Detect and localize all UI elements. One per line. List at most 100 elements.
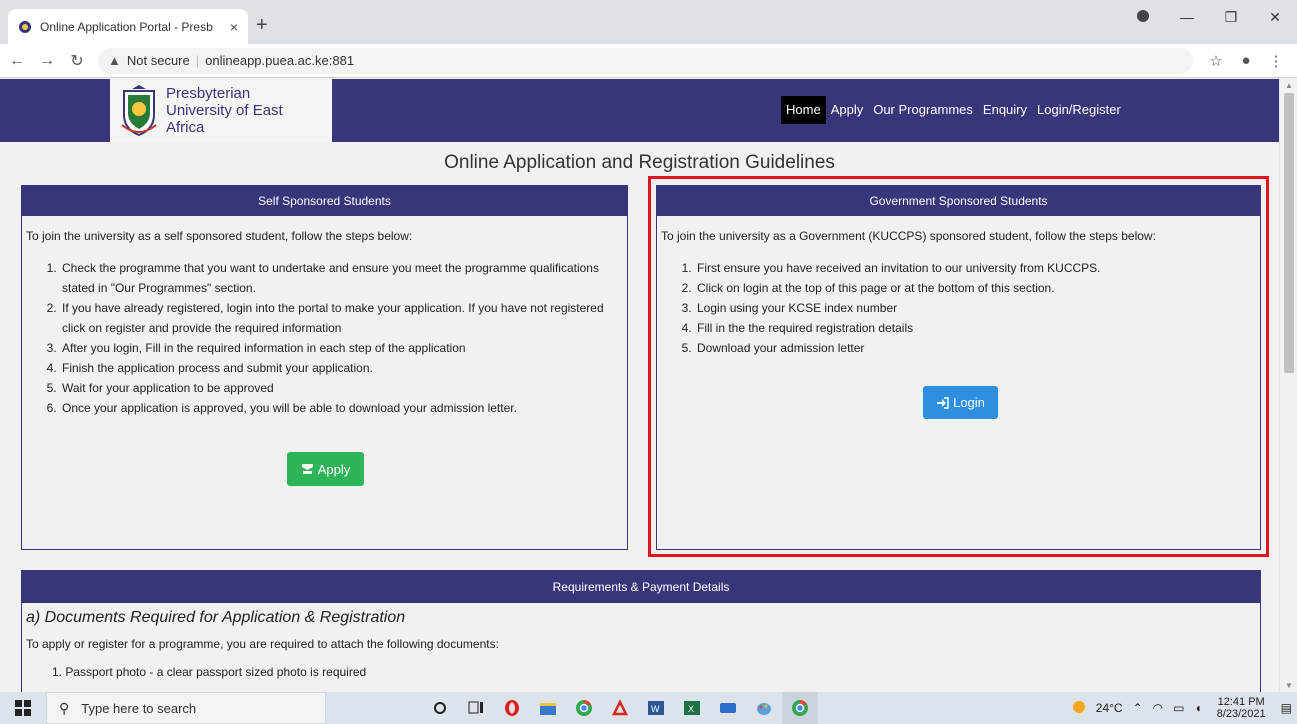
- government-sponsored-body: To join the university as a Government (…: [657, 216, 1260, 368]
- self-sponsored-intro: To join the university as a self sponsor…: [26, 229, 413, 243]
- web-page: Presbyterian University of East Africa H…: [0, 79, 1279, 692]
- chrome-icon[interactable]: [566, 692, 602, 724]
- tray-chevron-icon[interactable]: ⌃: [1133, 701, 1143, 715]
- page-title: Online Application and Registration Guid…: [444, 152, 835, 173]
- address-bar-row: ← → ↻ ▲ Not secure | onlineapp.puea.ac.k…: [0, 44, 1297, 78]
- list-item: Login using your KCSE index number: [695, 298, 1256, 318]
- excel-icon[interactable]: X: [674, 692, 710, 724]
- browser-tab[interactable]: Online Application Portal - Presb ×: [8, 9, 248, 44]
- scroll-down-icon[interactable]: ▼: [1285, 681, 1293, 690]
- site-navbar: Presbyterian University of East Africa H…: [0, 79, 1279, 142]
- battery-icon[interactable]: ▭: [1173, 701, 1184, 715]
- apply-button-label: Apply: [317, 461, 351, 477]
- list-item: Finish the application process and submi…: [60, 358, 623, 378]
- sign-in-icon: [937, 396, 949, 409]
- url-separator: |: [195, 53, 200, 68]
- taskbar-search[interactable]: ⚲ Type here to search: [46, 692, 326, 724]
- government-sponsored-panel: Government Sponsored Students To join th…: [656, 185, 1261, 550]
- back-icon[interactable]: ←: [4, 52, 30, 70]
- requirements-first-item: 1. Passport photo - a clear passport siz…: [52, 665, 367, 679]
- svg-text:X: X: [688, 704, 694, 714]
- requirements-subtitle: a) Documents Required for Application & …: [26, 609, 406, 626]
- menu-kebab-icon[interactable]: ⋮: [1261, 52, 1291, 70]
- university-name: Presbyterian University of East Africa: [166, 85, 283, 136]
- taskbar-apps: W X: [422, 692, 818, 724]
- system-tray: 24°C ⌃ ◠ ▭ ◖ 12:41 PM 8/23/2021 ▤: [1067, 692, 1297, 724]
- close-window-icon[interactable]: ✕: [1253, 9, 1297, 26]
- government-sponsored-heading: Government Sponsored Students: [657, 186, 1260, 216]
- word-icon[interactable]: W: [638, 692, 674, 724]
- url-field[interactable]: ▲ Not secure | onlineapp.puea.ac.ke:881: [98, 47, 1193, 74]
- page-scrollbar[interactable]: ▲ ▼: [1279, 79, 1297, 692]
- self-sponsored-panel: Self Sponsored Students To join the univ…: [21, 185, 628, 550]
- university-crest-icon: [121, 84, 157, 136]
- volume-icon[interactable]: ◖: [1194, 701, 1201, 715]
- list-item: Once your application is approved, you w…: [60, 398, 623, 418]
- scrollbar-thumb[interactable]: [1284, 93, 1294, 373]
- scroll-up-icon[interactable]: ▲: [1285, 81, 1293, 90]
- search-placeholder: Type here to search: [81, 700, 197, 716]
- government-sponsored-intro: To join the university as a Government (…: [661, 229, 1156, 243]
- list-item: If you have already registered, login in…: [60, 298, 623, 338]
- nav-home[interactable]: Home: [781, 96, 826, 124]
- network-icon[interactable]: ◠: [1153, 701, 1163, 715]
- start-button[interactable]: [0, 700, 46, 716]
- requirements-panel: Requirements & Payment Details a) Docume…: [21, 570, 1261, 692]
- opera-icon[interactable]: [494, 692, 530, 724]
- task-view-icon[interactable]: [458, 692, 494, 724]
- apply-button[interactable]: Apply: [287, 452, 364, 486]
- forward-icon[interactable]: →: [34, 52, 60, 70]
- nav-apply[interactable]: Apply: [826, 96, 869, 124]
- requirements-text: To apply or register for a programme, yo…: [26, 637, 499, 651]
- paint-icon[interactable]: [746, 692, 782, 724]
- clock-time: 12:41 PM: [1217, 696, 1265, 708]
- address-bar-actions: ☆ ● ⋮: [1201, 52, 1291, 70]
- site-favicon-icon: [19, 20, 31, 33]
- tab-title: Online Application Portal - Presb: [40, 19, 213, 34]
- warning-icon: ▲: [108, 53, 121, 68]
- weather-temp[interactable]: 24°C: [1096, 701, 1123, 715]
- self-sponsored-heading: Self Sponsored Students: [22, 186, 627, 216]
- search-icon: ⚲: [59, 699, 70, 716]
- windows-logo-icon: [15, 700, 31, 716]
- list-item: Fill in the the required registration de…: [695, 318, 1256, 338]
- acrobat-icon[interactable]: [602, 692, 638, 724]
- nav-enquiry[interactable]: Enquiry: [978, 96, 1032, 124]
- list-item: Click on login at the top of this page o…: [695, 278, 1256, 298]
- main-menu: Home Apply Our Programmes Enquiry Login/…: [781, 96, 1126, 124]
- reload-icon[interactable]: ↻: [64, 51, 90, 71]
- university-logo[interactable]: Presbyterian University of East Africa: [110, 79, 332, 142]
- graduation-cap-icon: [301, 464, 313, 474]
- profile-dot-icon[interactable]: [1121, 9, 1165, 25]
- tab-close-icon[interactable]: ×: [230, 19, 238, 35]
- url-text: onlineapp.puea.ac.ke:881: [205, 53, 355, 68]
- new-tab-button[interactable]: +: [256, 14, 268, 37]
- bookmark-star-icon[interactable]: ☆: [1201, 52, 1231, 70]
- minimize-icon[interactable]: —: [1165, 9, 1209, 25]
- login-button-label: Login: [953, 395, 985, 410]
- tablet-app-icon[interactable]: [710, 692, 746, 724]
- government-sponsored-steps: First ensure you have received an invita…: [661, 258, 1256, 358]
- windows-taskbar: ⚲ Type here to search W X 24°C ⌃ ◠ ▭ ◖ 1…: [0, 692, 1297, 724]
- self-sponsored-steps: Check the programme that you want to und…: [26, 258, 623, 418]
- list-item: After you login, Fill in the required in…: [60, 338, 623, 358]
- profile-icon[interactable]: ●: [1231, 52, 1261, 69]
- file-explorer-icon[interactable]: [530, 692, 566, 724]
- svg-text:W: W: [651, 704, 660, 714]
- list-item: Download your admission letter: [695, 338, 1256, 358]
- window-controls: — ❐ ✕: [1121, 0, 1297, 34]
- self-sponsored-body: To join the university as a self sponsor…: [22, 216, 627, 428]
- notifications-icon[interactable]: ▤: [1281, 701, 1292, 715]
- taskbar-clock[interactable]: 12:41 PM 8/23/2021: [1217, 696, 1266, 720]
- restore-icon[interactable]: ❐: [1209, 9, 1253, 26]
- nav-programmes[interactable]: Our Programmes: [868, 96, 978, 124]
- login-button[interactable]: Login: [923, 386, 998, 419]
- browser-tab-bar: Online Application Portal - Presb × + — …: [0, 0, 1297, 44]
- weather-icon[interactable]: [1072, 700, 1086, 717]
- chrome-active-icon[interactable]: [782, 692, 818, 724]
- nav-login-register[interactable]: Login/Register: [1032, 96, 1126, 124]
- university-name-line-1: Presbyterian: [166, 85, 251, 102]
- cortana-icon[interactable]: [422, 692, 458, 724]
- requirements-heading: Requirements & Payment Details: [22, 571, 1260, 603]
- list-item: Wait for your application to be approved: [60, 378, 623, 398]
